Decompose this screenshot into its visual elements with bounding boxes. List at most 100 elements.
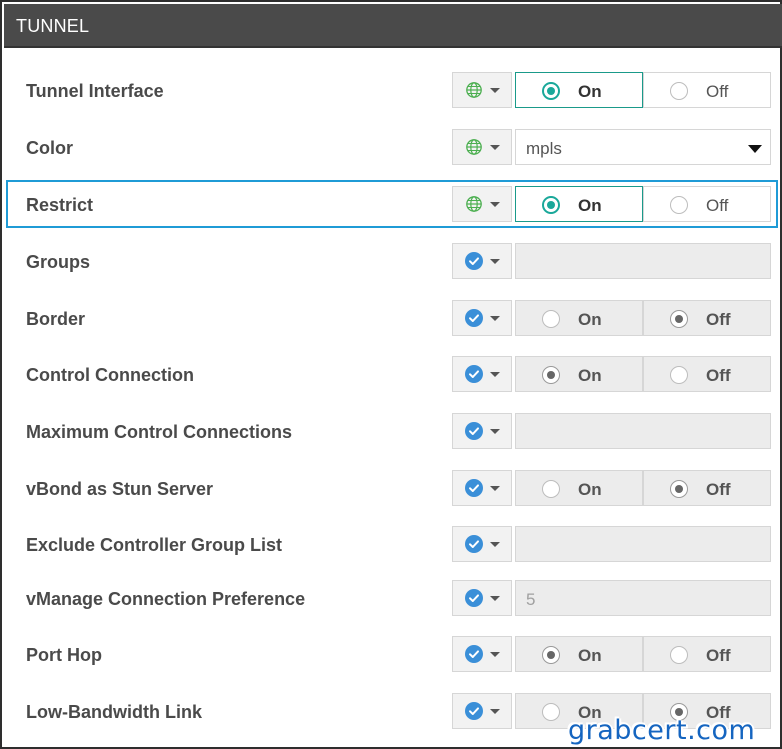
radio-label: Off <box>706 480 731 499</box>
radio-label: On <box>578 82 602 101</box>
radio-label: Off <box>706 82 729 101</box>
section-title: TUNNEL <box>16 16 90 36</box>
radio-on[interactable]: On <box>515 636 643 672</box>
on-off-toggle: On Off <box>515 356 771 392</box>
groups-input[interactable] <box>515 243 771 279</box>
scope-dropdown-button[interactable] <box>452 470 512 506</box>
setting-label: Exclude Controller Group List <box>26 535 283 555</box>
scope-dropdown-button[interactable] <box>452 580 512 616</box>
check-circle-icon <box>464 589 483 607</box>
check-circle-icon <box>464 702 483 720</box>
radio-off[interactable]: Off <box>643 72 771 108</box>
radio-off[interactable]: Off <box>643 636 771 672</box>
setting-row-color: Color mpls <box>8 129 778 167</box>
setting-row-border: Border On Off <box>8 300 778 338</box>
radio-circle <box>670 196 688 214</box>
radio-circle <box>542 646 560 664</box>
caret-down-icon <box>489 87 500 93</box>
radio-circle <box>670 310 688 328</box>
setting-row-vmanage-connection-preference: vManage Connection Preference 5 <box>8 580 778 618</box>
radio-circle <box>542 480 560 498</box>
vmanage-connection-preference-input[interactable]: 5 <box>515 580 771 616</box>
scope-dropdown-button[interactable] <box>452 526 512 562</box>
radio-on[interactable]: On <box>515 72 643 108</box>
caret-down-icon <box>489 541 500 547</box>
check-circle-icon <box>464 422 483 440</box>
setting-label: Color <box>26 138 73 158</box>
text-input[interactable] <box>515 413 771 449</box>
radio-label: Off <box>706 366 731 385</box>
scope-dropdown-button[interactable] <box>452 413 512 449</box>
maximum-control-connections-input[interactable] <box>515 413 771 449</box>
scope-dropdown-button[interactable] <box>452 356 512 392</box>
setting-label: vBond as Stun Server <box>26 479 214 499</box>
caret-down-icon <box>489 485 500 491</box>
scope-dropdown-button[interactable] <box>452 636 512 672</box>
text-input[interactable] <box>515 526 771 562</box>
scope-dropdown-button[interactable] <box>452 129 512 165</box>
radio-label: Off <box>706 646 731 665</box>
check-circle-icon <box>464 365 483 383</box>
text-input[interactable] <box>515 243 771 279</box>
on-off-toggle: On Off <box>515 470 771 506</box>
caret-down-icon <box>489 315 500 321</box>
radio-off[interactable]: Off <box>643 470 771 506</box>
setting-row-control-connection: Control Connection On Off <box>8 356 778 394</box>
radio-off[interactable]: Off <box>643 356 771 392</box>
setting-label: Port Hop <box>26 645 102 665</box>
caret-down-icon <box>489 595 500 601</box>
on-off-toggle: On Off <box>515 72 771 108</box>
caret-down-icon <box>489 201 500 207</box>
scope-dropdown-button[interactable] <box>452 186 512 222</box>
radio-off[interactable]: Off <box>643 186 771 222</box>
dropdown-arrow-icon <box>748 145 762 153</box>
setting-label: Groups <box>26 252 91 272</box>
radio-circle <box>670 480 688 498</box>
scope-dropdown-button[interactable] <box>452 300 512 336</box>
on-off-toggle: On Off <box>515 636 771 672</box>
exclude-controller-group-list-input[interactable] <box>515 526 771 562</box>
section-header: TUNNEL <box>4 4 782 48</box>
caret-down-icon <box>489 708 500 714</box>
radio-circle <box>670 366 688 384</box>
color-select[interactable]: mpls <box>515 129 771 165</box>
scope-dropdown-button[interactable] <box>452 693 512 729</box>
select-box[interactable]: mpls <box>515 129 771 165</box>
radio-circle <box>670 646 688 664</box>
radio-label: On <box>578 366 602 385</box>
setting-label: Tunnel Interface <box>26 81 164 101</box>
radio-on[interactable]: On <box>515 356 643 392</box>
caret-down-icon <box>489 428 500 434</box>
setting-label: Maximum Control Connections <box>26 422 293 442</box>
input-value: 5 <box>526 590 536 609</box>
setting-row-restrict: Restrict On Off <box>6 180 778 228</box>
radio-circle <box>542 366 560 384</box>
text-input[interactable]: 5 <box>515 580 771 616</box>
caret-down-icon <box>489 144 500 150</box>
check-circle-icon <box>464 252 483 270</box>
globe-icon <box>465 82 482 98</box>
radio-circle <box>542 196 560 214</box>
radio-label: On <box>578 196 602 215</box>
caret-down-icon <box>489 258 500 264</box>
check-circle-icon <box>464 479 483 497</box>
select-value: mpls <box>526 139 562 158</box>
radio-label: On <box>578 480 602 499</box>
radio-on[interactable]: On <box>515 186 643 222</box>
scope-dropdown-button[interactable] <box>452 72 512 108</box>
setting-row-groups: Groups <box>8 243 778 281</box>
radio-label: Off <box>706 196 729 215</box>
setting-label: vManage Connection Preference <box>26 589 306 609</box>
check-circle-icon <box>464 535 483 553</box>
setting-row-maximum-control-connections: Maximum Control Connections <box>8 413 778 451</box>
check-circle-icon <box>464 645 483 663</box>
radio-off[interactable]: Off <box>643 300 771 336</box>
radio-on[interactable]: On <box>515 470 643 506</box>
radio-on[interactable]: On <box>515 300 643 336</box>
globe-icon <box>465 196 482 212</box>
on-off-toggle: On Off <box>515 186 771 222</box>
check-circle-icon <box>464 309 483 327</box>
scope-dropdown-button[interactable] <box>452 243 512 279</box>
setting-row-port-hop: Port Hop On Off <box>8 636 778 674</box>
setting-row-exclude-controller-group-list: Exclude Controller Group List <box>8 526 778 564</box>
